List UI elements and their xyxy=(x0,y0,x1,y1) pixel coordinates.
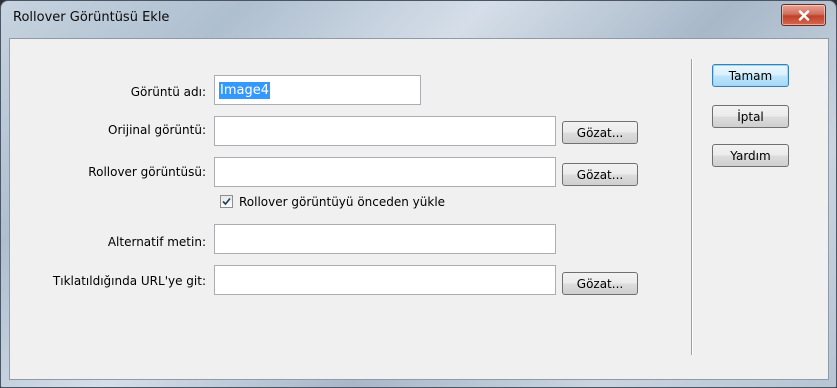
dialog-window: Rollover Görüntüsü Ekle Görüntü adı: Ima… xyxy=(0,0,837,388)
checkmark-icon xyxy=(222,195,231,209)
vertical-divider xyxy=(691,59,693,355)
rollover-image-label: Rollover görüntüsü: xyxy=(88,165,206,179)
url-browse-button[interactable]: Gözat... xyxy=(562,272,638,295)
preload-checkbox[interactable] xyxy=(220,195,233,208)
url-input[interactable] xyxy=(214,265,556,295)
image-name-input[interactable]: Image4 xyxy=(214,75,421,105)
ok-button[interactable]: Tamam xyxy=(712,64,789,87)
cancel-button[interactable]: İptal xyxy=(712,105,789,128)
image-name-label: Görüntü adı: xyxy=(130,85,206,99)
rollover-image-browse-button[interactable]: Gözat... xyxy=(562,163,638,186)
url-label: Tıklatıldığında URL'ye git: xyxy=(52,274,206,288)
close-button[interactable] xyxy=(781,4,826,26)
alt-text-label: Alternatif metin: xyxy=(107,235,206,249)
help-button[interactable]: Yardım xyxy=(712,144,789,167)
original-image-browse-button[interactable]: Gözat... xyxy=(562,121,638,144)
original-image-input[interactable] xyxy=(214,116,556,146)
image-name-value: Image4 xyxy=(219,81,270,99)
original-image-label: Orijinal görüntü: xyxy=(108,123,206,137)
window-title: Rollover Görüntüsü Ekle xyxy=(13,10,170,25)
rollover-image-input[interactable] xyxy=(214,157,556,187)
title-bar[interactable]: Rollover Görüntüsü Ekle xyxy=(1,1,836,37)
dialog-content: Görüntü adı: Image4 Orijinal görüntü: Gö… xyxy=(9,38,829,380)
alt-text-input[interactable] xyxy=(214,224,556,254)
close-icon xyxy=(798,9,810,21)
preload-label[interactable]: Rollover görüntüyü önceden yükle xyxy=(239,195,445,209)
